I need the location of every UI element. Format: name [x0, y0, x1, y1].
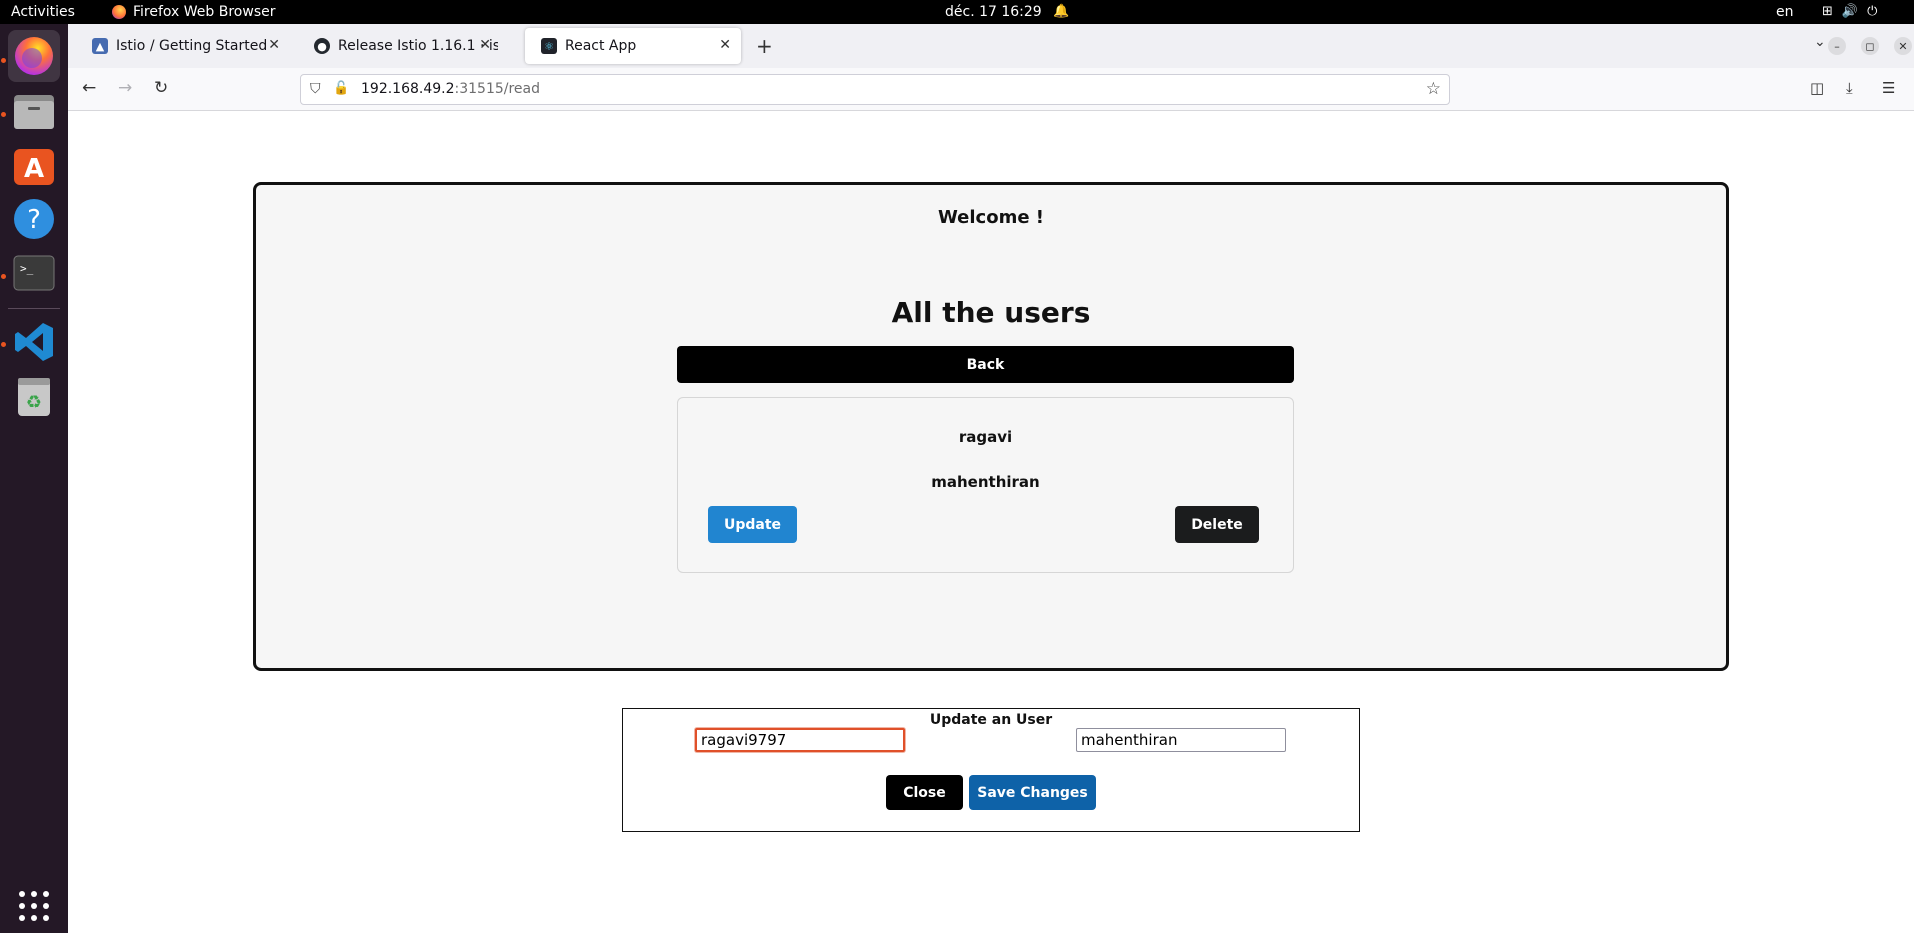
help-icon: ? [14, 199, 54, 239]
page-content: Welcome ! All the users Back ragavi mahe… [68, 111, 1914, 933]
tab-strip: ▲ Istio / Getting Started ✕ ● Release Is… [68, 24, 1914, 68]
page-title: All the users [891, 296, 1091, 329]
firefox-icon [15, 37, 53, 75]
tab-istio-getting-started[interactable]: ▲ Istio / Getting Started ✕ [76, 28, 290, 64]
close-tab-icon[interactable]: ✕ [268, 37, 280, 53]
dock-app-center[interactable]: A [8, 139, 60, 191]
close-window-icon[interactable]: ✕ [1894, 37, 1912, 55]
system-top-bar: Activities Firefox Web Browser déc. 17 1… [0, 0, 1914, 24]
running-indicator [1, 342, 6, 347]
running-indicator [1, 112, 6, 117]
insecure-lock-icon[interactable]: 🔓 [333, 81, 349, 96]
welcome-heading: Welcome ! [937, 207, 1045, 228]
list-all-tabs-icon[interactable]: ⌄ [1814, 34, 1826, 50]
tab-react-app[interactable]: ⚛ React App ✕ [525, 28, 741, 64]
activities-button[interactable]: Activities [11, 3, 75, 21]
dock-trash[interactable]: ♻ [8, 370, 60, 422]
forward-arrow-icon[interactable]: → [118, 78, 132, 98]
running-indicator [1, 274, 6, 279]
update-form-title: Update an User [929, 712, 1053, 728]
svg-text:♻: ♻ [26, 392, 42, 413]
tab-label: Istio / Getting Started [116, 38, 268, 54]
clock[interactable]: déc. 17 16:29 [945, 3, 1042, 21]
tab-release-istio[interactable]: ● Release Istio 1.16.1 · istio ✕ [298, 28, 501, 64]
back-arrow-icon[interactable]: ← [82, 78, 96, 98]
react-icon: ⚛ [541, 38, 557, 54]
power-icon: ⏻ [1867, 4, 1878, 19]
user-card: ragavi mahenthiran Update Delete [677, 397, 1294, 573]
new-tab-icon[interactable]: + [756, 34, 773, 58]
dock-separator [8, 308, 60, 309]
reload-icon[interactable]: ↻ [154, 78, 168, 98]
minimize-icon[interactable]: – [1828, 37, 1846, 55]
update-button[interactable]: Update [708, 506, 797, 543]
bookmark-star-icon[interactable]: ☆ [1426, 79, 1441, 99]
dock-files[interactable] [8, 85, 60, 137]
pocket-icon[interactable]: ◫ [1810, 79, 1824, 97]
dock-vscode[interactable] [8, 316, 60, 368]
language-indicator[interactable]: en [1776, 3, 1794, 21]
url-bar[interactable]: ⛉ 🔓 192.168.49.2:31515/read ☆ [300, 74, 1450, 105]
downloads-icon[interactable]: ⤓ [1846, 79, 1853, 97]
user-first-name: ragavi [958, 428, 1013, 446]
dock: A ? >_ ♻ [0, 24, 68, 933]
last-name-input[interactable] [1076, 728, 1286, 752]
svg-text:?: ? [27, 205, 41, 235]
notification-bell-icon[interactable]: 🔔 [1053, 3, 1069, 21]
maximize-icon[interactable]: ◻ [1861, 37, 1879, 55]
menu-hamburger-icon[interactable]: ☰ [1882, 79, 1895, 97]
save-changes-button[interactable]: Save Changes [969, 775, 1096, 810]
delete-button[interactable]: Delete [1175, 506, 1259, 543]
close-tab-icon[interactable]: ✕ [479, 37, 491, 53]
tab-label: Release Istio 1.16.1 · istio [338, 38, 498, 54]
trash-icon: ♻ [18, 378, 50, 416]
app-menu[interactable]: Firefox Web Browser [112, 3, 276, 21]
url-host: 192.168.49.2 [361, 81, 455, 97]
running-indicator [1, 58, 6, 63]
terminal-icon: >_ [13, 255, 55, 291]
firefox-icon [112, 5, 126, 19]
dock-terminal[interactable]: >_ [8, 247, 60, 299]
url-text[interactable]: 192.168.49.2:31515/read [361, 81, 540, 97]
system-menu[interactable]: ⊞ 🔊 ⏻ [1822, 3, 1877, 21]
dock-show-apps[interactable] [8, 880, 60, 932]
svg-text:A: A [24, 154, 44, 184]
url-path: :31515/read [454, 81, 541, 97]
app-menu-label: Firefox Web Browser [133, 4, 276, 20]
files-icon [14, 95, 54, 129]
close-button[interactable]: Close [886, 775, 963, 810]
back-button[interactable]: Back [677, 346, 1294, 383]
vscode-icon [15, 323, 53, 361]
show-apps-icon [19, 891, 49, 921]
app-center-icon: A [14, 149, 54, 185]
app-container: Welcome ! All the users Back ragavi mahe… [253, 182, 1729, 671]
istio-icon: ▲ [92, 38, 108, 54]
svg-text:>_: >_ [20, 262, 34, 275]
github-icon: ● [314, 38, 330, 54]
close-tab-icon[interactable]: ✕ [719, 37, 731, 53]
tab-label: React App [565, 38, 637, 54]
network-icon: ⊞ [1822, 4, 1833, 19]
tracking-protection-icon[interactable]: ⛉ [310, 81, 321, 97]
volume-icon: 🔊 [1841, 4, 1859, 19]
first-name-input[interactable] [695, 728, 905, 752]
dock-help[interactable]: ? [8, 193, 60, 245]
user-last-name: mahenthiran [931, 473, 1040, 491]
update-user-form: Update an User Close Save Changes [622, 708, 1360, 832]
navigation-toolbar: ← → ↻ ⛉ 🔓 192.168.49.2:31515/read ☆ ◫ ⤓ … [68, 68, 1914, 111]
dock-firefox[interactable] [8, 30, 60, 82]
